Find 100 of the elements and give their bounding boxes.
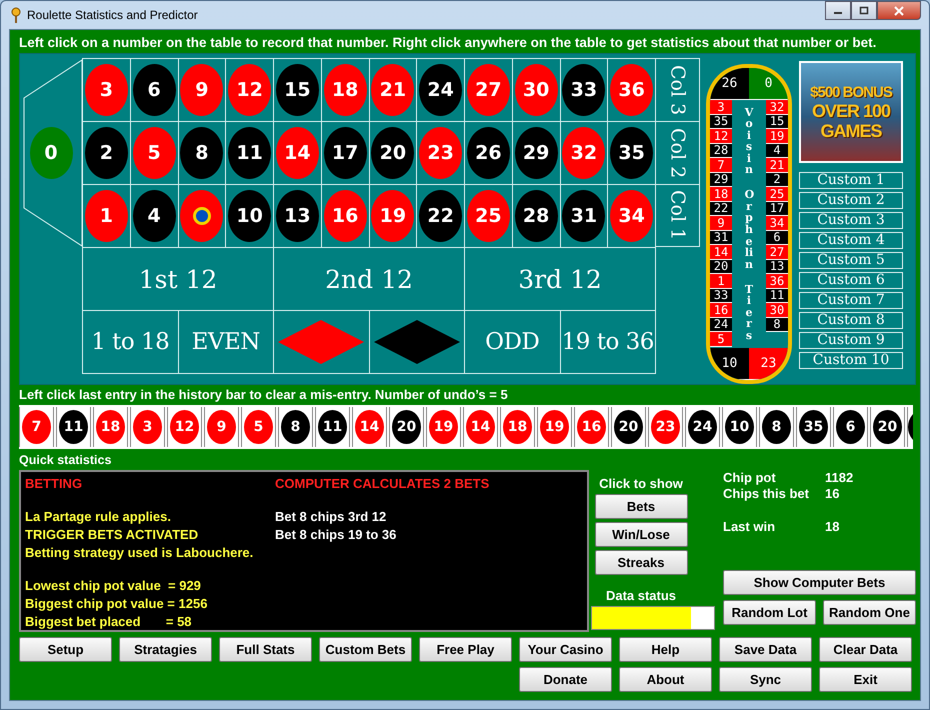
racetrack-number[interactable]: 36 (766, 274, 788, 288)
action-button[interactable]: Setup (19, 637, 112, 662)
number-chip[interactable]: 10 (228, 190, 272, 242)
zero-number[interactable]: 0 (30, 127, 72, 179)
racetrack-number[interactable]: 20 (710, 260, 732, 274)
racetrack-number[interactable]: 19 (766, 129, 788, 144)
history-entry[interactable]: 20 (873, 410, 902, 444)
action-button[interactable]: Stratagies (119, 637, 212, 662)
history-entry[interactable]: 11 (59, 410, 88, 444)
history-entry[interactable]: 14 (355, 410, 384, 444)
maximize-button[interactable] (851, 1, 877, 20)
number-chip[interactable]: 1 (84, 190, 128, 242)
history-entry[interactable]: 12 (170, 410, 199, 444)
racetrack-number[interactable]: 24 (710, 318, 732, 332)
action-button[interactable]: About (619, 667, 712, 692)
minimize-button[interactable] (825, 1, 851, 20)
number-chip[interactable]: 8 (180, 127, 224, 179)
outside-bet[interactable]: EVEN (178, 311, 274, 374)
racetrack-number[interactable]: 32 (766, 100, 788, 114)
number-chip[interactable]: 34 (610, 190, 654, 242)
column-bet[interactable]: Col 3 (656, 58, 700, 121)
number-chip[interactable]: 14 (276, 127, 319, 179)
racetrack-number[interactable]: 11 (766, 288, 788, 303)
action-button[interactable]: Sync (719, 667, 812, 692)
racetrack-number[interactable]: 25 (766, 187, 788, 202)
racetrack-number[interactable]: 17 (766, 202, 788, 216)
racetrack-number[interactable]: 0 (749, 68, 788, 100)
number-chip[interactable]: 23 (419, 127, 462, 179)
number-chip[interactable]: 32 (562, 127, 606, 179)
racetrack-number[interactable]: 27 (766, 245, 788, 260)
racetrack-number[interactable]: 15 (766, 114, 788, 129)
racetrack-number[interactable]: 1 (710, 274, 732, 288)
outside-bet[interactable]: ODD (465, 311, 560, 374)
history-entry[interactable]: 11 (318, 410, 347, 444)
racetrack-section[interactable]: Tiers (744, 284, 754, 342)
history-entry[interactable]: 8 (762, 410, 791, 444)
history-entry[interactable]: 35 (799, 410, 828, 444)
racetrack-number[interactable]: 29 (710, 172, 732, 187)
action-button[interactable]: Custom Bets (319, 637, 412, 662)
history-entry[interactable]: 6 (836, 410, 865, 444)
number-chip[interactable]: 31 (562, 190, 606, 242)
racetrack-number[interactable]: 30 (766, 303, 788, 318)
number-chip[interactable]: 15 (276, 64, 319, 116)
custom-bet-button[interactable]: Custom 2 (799, 192, 903, 209)
number-chip[interactable]: 6 (132, 64, 176, 116)
action-button[interactable]: Random One (823, 600, 916, 625)
dozen-bet[interactable]: 3rd 12 (465, 248, 656, 311)
racetrack-number[interactable]: 26 (710, 68, 749, 100)
number-chip[interactable]: 24 (419, 64, 462, 116)
number-chip[interactable]: 19 (371, 190, 414, 242)
history-entry[interactable]: 5 (244, 410, 273, 444)
number-chip[interactable]: 18 (324, 64, 367, 116)
custom-bet-button[interactable]: Custom 5 (799, 252, 903, 269)
racetrack-section[interactable]: Voisin (744, 106, 754, 176)
show-button[interactable]: Streaks (594, 550, 688, 575)
history-entry[interactable]: 20 (392, 410, 421, 444)
show-button[interactable]: Win/Lose (594, 522, 688, 547)
racetrack-number[interactable]: 12 (710, 129, 732, 144)
history-entry[interactable]: 8 (281, 410, 310, 444)
racetrack-number[interactable]: 10 (710, 348, 749, 380)
action-button[interactable]: Save Data (719, 637, 812, 662)
racetrack-number[interactable]: 4 (766, 144, 788, 158)
custom-bet-button[interactable]: Custom 7 (799, 292, 903, 309)
custom-bet-button[interactable]: Custom 9 (799, 332, 903, 349)
history-entry[interactable]: 24 (688, 410, 717, 444)
number-chip[interactable]: 35 (610, 127, 654, 179)
number-chip[interactable]: 29 (514, 127, 558, 179)
racetrack-number[interactable]: 6 (766, 230, 788, 245)
number-chip[interactable]: 3 (84, 64, 128, 116)
racetrack-number[interactable]: 9 (710, 216, 732, 230)
outside-bet[interactable]: 1 to 18 (83, 311, 178, 374)
number-chip[interactable]: 30 (514, 64, 558, 116)
number-chip[interactable]: 12 (228, 64, 272, 116)
ad-banner[interactable]: $500 BONUS OVER 100 GAMES (799, 61, 903, 163)
racetrack-number[interactable]: 31 (710, 230, 732, 245)
action-button[interactable]: Show Computer Bets (723, 570, 916, 595)
number-chip[interactable]: 20 (371, 127, 414, 179)
history-entry[interactable]: 10 (725, 410, 754, 444)
column-bet[interactable]: Col 2 (656, 121, 700, 184)
show-button[interactable]: Bets (594, 494, 688, 519)
history-entry[interactable]: 18 (503, 410, 532, 444)
custom-bet-button[interactable]: Custom 6 (799, 272, 903, 289)
racetrack-number[interactable]: 5 (710, 332, 732, 346)
racetrack-number[interactable]: 22 (710, 202, 732, 216)
action-button[interactable]: Donate (519, 667, 612, 692)
dozen-bet[interactable]: 2nd 12 (274, 248, 465, 311)
racetrack-number[interactable]: 35 (710, 114, 732, 129)
history-entry[interactable]: 7 (22, 410, 51, 444)
number-chip[interactable]: 13 (276, 190, 319, 242)
racetrack-number[interactable]: 34 (766, 216, 788, 230)
column-bet[interactable]: Col 1 (656, 184, 700, 247)
custom-bet-button[interactable]: Custom 8 (799, 312, 903, 329)
racetrack-number[interactable]: 16 (710, 303, 732, 318)
number-chip[interactable]: 2 (84, 127, 128, 179)
racetrack-number[interactable]: 18 (710, 187, 732, 202)
history-entry[interactable]: 20 (614, 410, 643, 444)
action-button[interactable]: Free Play (419, 637, 512, 662)
racetrack-number[interactable]: 33 (710, 288, 732, 303)
racetrack-number[interactable]: 21 (766, 158, 788, 172)
racetrack-number[interactable]: 28 (710, 144, 732, 158)
